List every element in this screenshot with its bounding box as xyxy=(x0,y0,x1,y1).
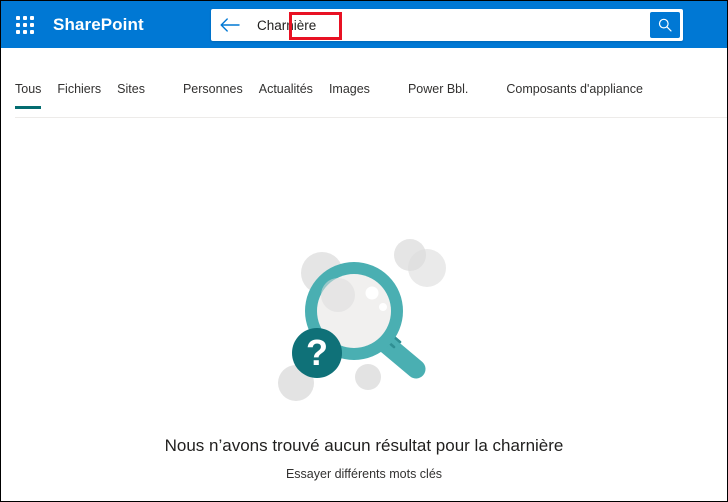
tab-active-indicator xyxy=(408,106,468,109)
search-input[interactable] xyxy=(249,10,650,40)
tab-active-indicator xyxy=(117,106,145,109)
no-results-empty-state: ? Nous n’avons trouvé aucun résultat pou… xyxy=(1,231,727,483)
question-badge-icon: ? xyxy=(292,328,342,378)
tab-power-bbl[interactable]: Power Bbl. xyxy=(408,81,468,109)
tab-label: Composants d'appliance xyxy=(506,82,643,96)
lens-shade xyxy=(321,278,355,312)
search-submit-button[interactable] xyxy=(650,12,680,38)
svg-text:?: ? xyxy=(306,332,328,373)
magnifier-question-illustration: ? xyxy=(278,239,446,401)
search-verticals-list: Tous Fichiers Sites Personnes Actualités… xyxy=(15,81,659,109)
tab-label: Tous xyxy=(15,82,42,96)
tab-actualites[interactable]: Actualités xyxy=(259,81,313,109)
search-results-area: ? Nous n’avons trouvé aucun résultat pou… xyxy=(1,119,727,501)
search-verticals-bar: Tous Fichiers Sites Personnes Actualités… xyxy=(1,48,727,118)
tab-active-indicator xyxy=(15,106,42,109)
bubble-icon xyxy=(355,364,381,390)
tab-label: Personnes xyxy=(182,82,243,96)
tab-active-indicator xyxy=(57,106,101,109)
lens-glint-icon xyxy=(379,303,387,311)
brand-title[interactable]: SharePoint xyxy=(53,15,144,35)
tab-label: Sites xyxy=(117,82,145,96)
app-launcher-button[interactable] xyxy=(1,1,49,48)
tab-active-indicator xyxy=(183,106,243,109)
tab-images[interactable]: Images xyxy=(329,81,370,109)
tab-label: Power Bbl. xyxy=(407,82,469,96)
tab-label: Fichiers xyxy=(57,82,102,96)
sharepoint-search-page: SharePoint Tous Fichi xyxy=(0,0,728,502)
tab-tous[interactable]: Tous xyxy=(15,81,42,109)
tab-bar-divider xyxy=(15,117,727,118)
back-arrow-icon xyxy=(220,18,240,32)
back-button[interactable] xyxy=(211,9,249,41)
search-box xyxy=(211,9,683,41)
tab-label: Images xyxy=(328,82,370,96)
tab-composants-d-appliance[interactable]: Composants d'appliance xyxy=(506,81,643,109)
tab-active-indicator xyxy=(506,106,643,109)
tab-fichiers[interactable]: Fichiers xyxy=(57,81,101,109)
bubble-icon xyxy=(408,249,446,287)
tab-label: Actualités xyxy=(258,82,313,96)
lens-glint-icon xyxy=(365,286,379,300)
waffle-icon xyxy=(16,15,34,34)
no-results-subtitle: Essayer différents mots clés xyxy=(285,467,443,481)
tab-personnes[interactable]: Personnes xyxy=(183,81,243,109)
tab-active-indicator xyxy=(329,106,370,109)
no-results-title: Nous n’avons trouvé aucun résultat pour … xyxy=(164,436,564,455)
tab-active-indicator xyxy=(259,106,313,109)
search-icon xyxy=(658,18,672,32)
search-input-wrap xyxy=(249,9,650,41)
tab-sites[interactable]: Sites xyxy=(117,81,145,109)
